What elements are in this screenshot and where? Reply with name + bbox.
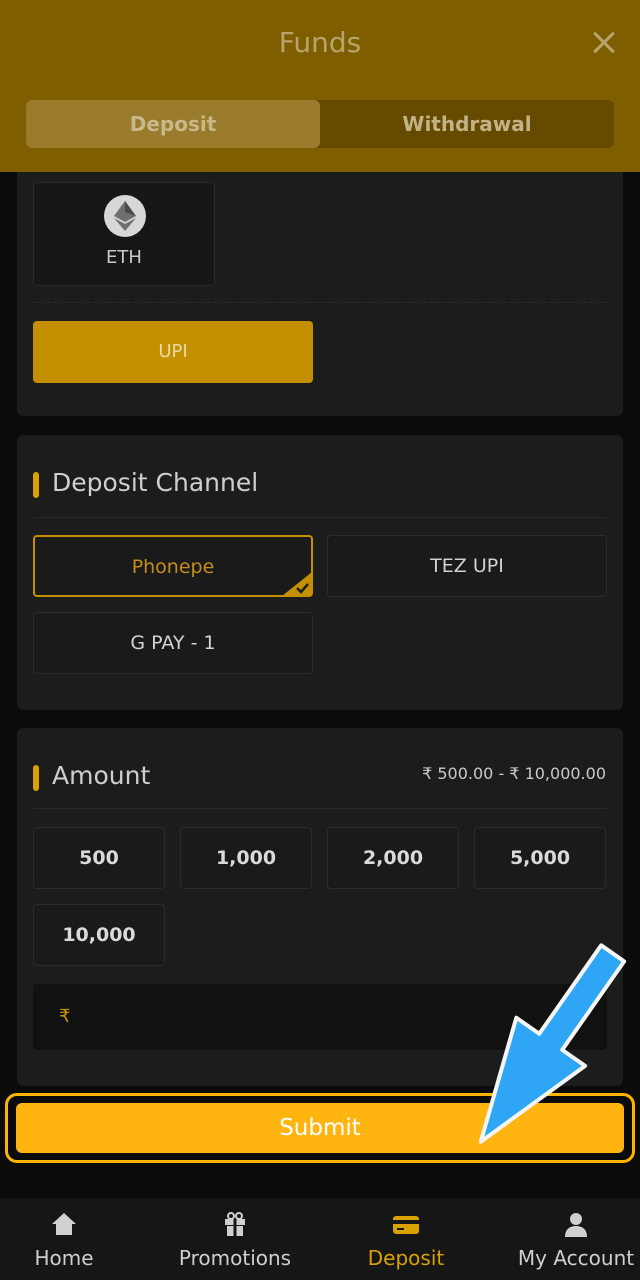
deposit-channel-card: Deposit Channel Phonepe TEZ UPI G PAY - … [17, 435, 623, 710]
upi-method-button[interactable]: UPI [33, 321, 313, 383]
amount-preset-1000[interactable]: 1,000 [180, 827, 312, 889]
nav-promotions[interactable]: Promotions [160, 1198, 310, 1280]
nav-promotions-label: Promotions [178, 1246, 292, 1270]
eth-method-tile[interactable]: ETH [33, 182, 215, 286]
funds-tabs: Deposit Withdrawal [26, 100, 614, 148]
selected-check-icon [282, 572, 312, 596]
funds-screen: ETH UPI Deposit Channel Phonepe TEZ UPI … [0, 0, 640, 1280]
funds-header: Funds Deposit Withdrawal [0, 0, 640, 172]
bottom-navigation: Home Promotions Deposit My Account [0, 1198, 640, 1280]
channel-option-phonepe[interactable]: Phonepe [33, 535, 313, 597]
ethereum-icon [104, 195, 146, 237]
nav-my-account[interactable]: My Account [512, 1198, 640, 1280]
amount-preset-10000[interactable]: 10,000 [33, 904, 165, 966]
page-title: Funds [278, 26, 362, 59]
pointer-arrow-icon [478, 943, 627, 1144]
eth-label: ETH [106, 247, 142, 268]
section-divider [33, 517, 607, 518]
tab-withdrawal[interactable]: Withdrawal [320, 100, 614, 148]
section-accent-bar [33, 765, 39, 791]
tab-deposit[interactable]: Deposit [26, 100, 320, 148]
user-icon [565, 1213, 587, 1237]
channel-option-label: G PAY - 1 [130, 632, 216, 654]
close-icon[interactable] [586, 24, 622, 60]
dashed-divider [33, 302, 607, 303]
nav-deposit[interactable]: Deposit [342, 1198, 470, 1280]
currency-symbol: ₹ [59, 1006, 71, 1027]
channel-option-label: TEZ UPI [430, 555, 504, 577]
nav-deposit-label: Deposit [367, 1246, 445, 1270]
amount-preset-2000[interactable]: 2,000 [327, 827, 459, 889]
gift-icon [225, 1212, 245, 1236]
channel-option-gpay-1[interactable]: G PAY - 1 [33, 612, 313, 674]
channel-option-tez-upi[interactable]: TEZ UPI [327, 535, 607, 597]
amount-title: Amount [52, 761, 151, 790]
channel-option-label: Phonepe [131, 556, 215, 578]
deposit-channel-title: Deposit Channel [52, 468, 259, 497]
wallet-card-icon [393, 1216, 419, 1234]
nav-my-account-label: My Account [517, 1246, 635, 1270]
deposit-channel-heading: Deposit Channel [33, 468, 433, 500]
section-divider [33, 808, 607, 809]
amount-preset-5000[interactable]: 5,000 [474, 827, 606, 889]
home-icon [52, 1213, 76, 1235]
nav-home[interactable]: Home [0, 1198, 128, 1280]
amount-heading: Amount [33, 761, 433, 793]
nav-home-label: Home [34, 1246, 94, 1270]
amount-range: ₹ 500.00 - ₹ 10,000.00 [422, 764, 606, 783]
payment-method-card: ETH UPI [17, 150, 623, 416]
section-accent-bar [33, 472, 39, 498]
amount-preset-500[interactable]: 500 [33, 827, 165, 889]
